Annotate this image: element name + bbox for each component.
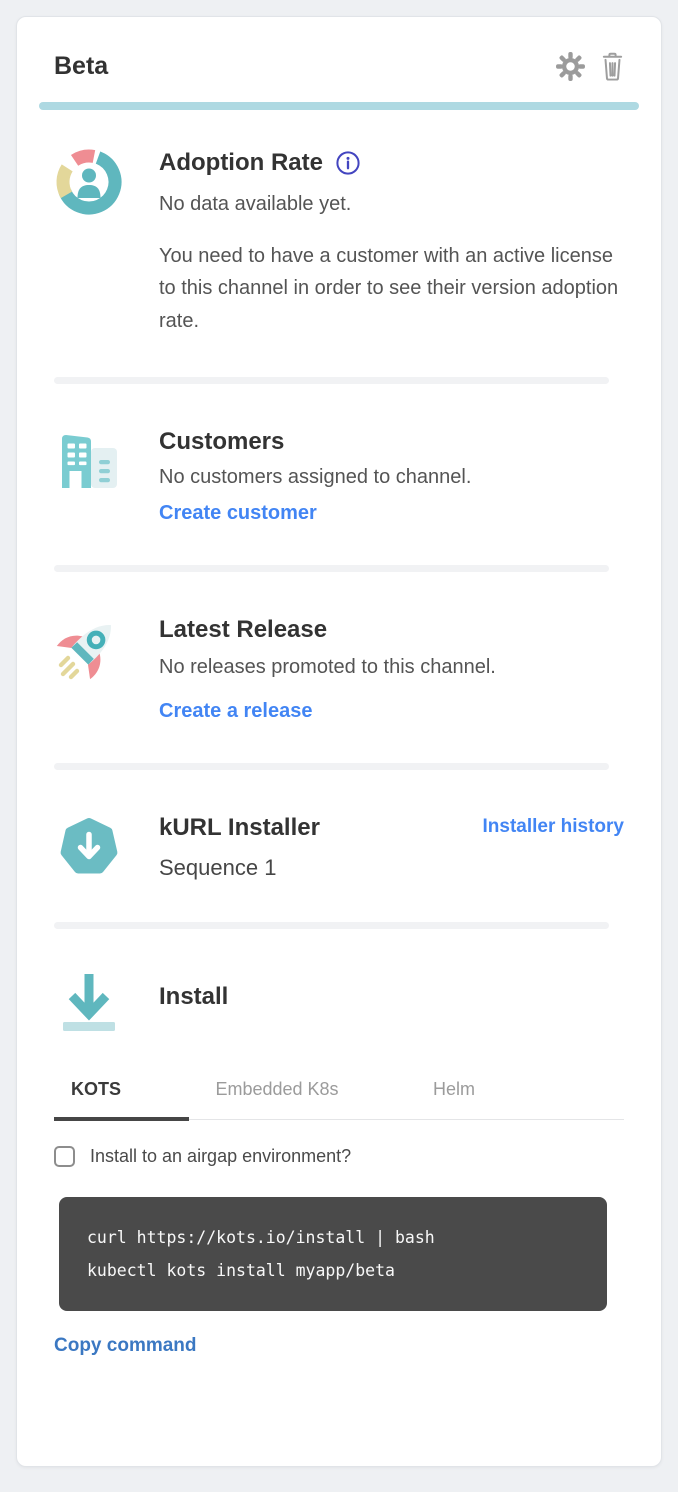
section-divider — [54, 922, 609, 929]
section-divider — [54, 763, 609, 770]
command-line-1: curl https://kots.io/install | bash — [87, 1228, 435, 1247]
adoption-rate-section: Adoption Rate No data available yet. You… — [54, 147, 624, 337]
info-circle-icon[interactable] — [335, 150, 361, 176]
channel-card: Beta — [16, 16, 662, 1467]
channel-title: Beta — [54, 52, 108, 81]
latest-release-title: Latest Release — [159, 616, 624, 644]
latest-release-section: Latest Release No releases promoted to t… — [54, 614, 624, 723]
channel-accent-bar — [39, 102, 639, 110]
kurl-installer-title: kURL Installer — [159, 814, 483, 842]
tab-kots[interactable]: KOTS — [54, 1069, 189, 1121]
rocket-icon — [54, 614, 124, 723]
installer-sequence: Sequence 1 — [159, 855, 483, 881]
delete-channel-button[interactable] — [599, 51, 626, 82]
download-arrow-icon — [54, 969, 124, 1039]
installer-history-link[interactable]: Installer history — [483, 816, 625, 882]
command-line-2: kubectl kots install myapp/beta — [87, 1261, 395, 1280]
heptagon-download-icon — [54, 812, 124, 882]
buildings-icon — [54, 426, 124, 525]
gear-icon — [555, 70, 586, 85]
release-empty-text: No releases promoted to this channel. — [159, 656, 624, 679]
header-actions — [555, 51, 626, 82]
section-divider — [54, 565, 609, 572]
kurl-installer-section: kURL Installer Sequence 1 Installer hist… — [54, 812, 624, 882]
install-section: Install — [54, 969, 624, 1039]
tab-embedded-k8s[interactable]: Embedded K8s — [189, 1069, 365, 1121]
customers-title: Customers — [159, 428, 624, 456]
tab-helm[interactable]: Helm — [365, 1069, 543, 1121]
adoption-empty-text: No data available yet. — [159, 193, 624, 216]
trash-icon — [599, 70, 626, 85]
adoption-hint-text: You need to have a customer with an acti… — [159, 240, 621, 337]
customers-section: Customers No customers assigned to chann… — [54, 426, 624, 525]
donut-avatar-icon — [54, 147, 124, 337]
create-customer-link[interactable]: Create customer — [159, 502, 317, 525]
install-command-block: curl https://kots.io/install | bash kube… — [59, 1197, 607, 1311]
card-header: Beta — [54, 51, 626, 82]
install-title: Install — [159, 983, 624, 1011]
section-divider — [54, 377, 609, 384]
copy-command-link[interactable]: Copy command — [54, 1335, 197, 1357]
airgap-checkbox[interactable] — [54, 1146, 75, 1167]
install-tabs: KOTS Embedded K8s Helm — [54, 1069, 624, 1120]
customers-empty-text: No customers assigned to channel. — [159, 466, 624, 489]
adoption-rate-title: Adoption Rate — [159, 149, 624, 177]
create-release-link[interactable]: Create a release — [159, 700, 312, 723]
settings-button[interactable] — [555, 51, 586, 82]
airgap-row: Install to an airgap environment? — [54, 1146, 624, 1167]
airgap-label[interactable]: Install to an airgap environment? — [90, 1146, 351, 1167]
